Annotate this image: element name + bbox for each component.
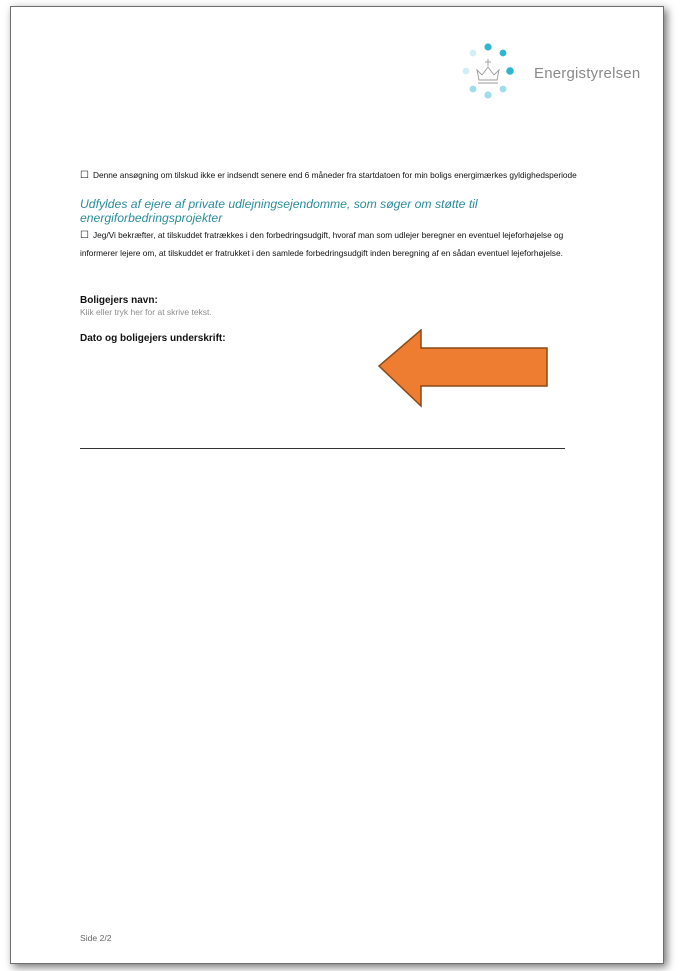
confirmation-paragraph-1: ☐ Denne ansøgning om tilskud ikke er inds…: [80, 167, 590, 184]
crown-dots-logo-icon: [462, 43, 514, 99]
owner-name-label: Boligejers navn:: [80, 295, 158, 306]
owner-name-field[interactable]: Klik eller tryk her for at skrive tekst.: [80, 307, 590, 317]
confirmation-paragraph-2: ☐ Jeg/Vi bekræfter, at tilskuddet fratræk…: [80, 227, 590, 262]
section-heading: Udfyldes af ejere af private udlejningse…: [80, 197, 478, 225]
left-arrow-icon: [377, 329, 548, 408]
document-page: Energistyrelsen ☐ Denne ansøgning om tils…: [10, 6, 664, 964]
logo-text: Energistyrelsen: [534, 65, 641, 82]
document-body: ☐ Denne ansøgning om tilskud ikke er inds…: [80, 167, 590, 344]
confirmation-text-2: Jeg/Vi bekræfter, at tilskuddet fratrækk…: [80, 230, 564, 258]
logo: Energistyrelsen: [451, 37, 661, 107]
page-number: Side 2/2: [80, 933, 112, 943]
signature-line: [80, 448, 565, 449]
checkbox-2[interactable]: ☐: [80, 230, 89, 241]
confirmation-text-1: Denne ansøgning om tilskud ikke er indse…: [92, 170, 577, 180]
checkbox-1[interactable]: ☐: [80, 170, 89, 181]
